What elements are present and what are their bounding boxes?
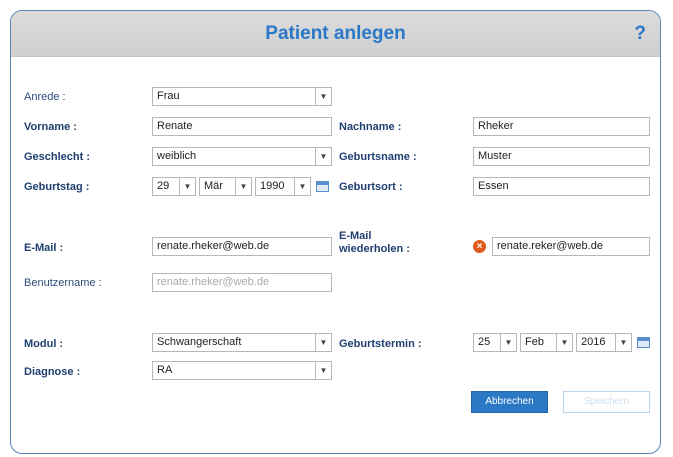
modul-label: Modul : xyxy=(24,338,64,350)
geburtstermin-year-value: 2016 xyxy=(581,336,606,348)
geschlecht-value: weiblich xyxy=(157,150,197,162)
geburtstag-day-select[interactable]: 29 ▼ xyxy=(152,177,196,196)
chevron-down-icon[interactable]: ▼ xyxy=(294,178,310,195)
save-button[interactable]: Speichern xyxy=(563,391,650,413)
geschlecht-select[interactable]: weiblich ▼ xyxy=(152,147,332,166)
dialog-titlebar: Patient anlegen ? xyxy=(11,11,660,57)
chevron-down-icon[interactable]: ▼ xyxy=(315,148,331,165)
nachname-field[interactable]: Rheker xyxy=(473,117,650,136)
anrede-select[interactable]: Frau ▼ xyxy=(152,87,332,106)
geburtstermin-day-select[interactable]: 25 ▼ xyxy=(473,333,517,352)
chevron-down-icon[interactable]: ▼ xyxy=(500,334,516,351)
nachname-label: Nachname : xyxy=(339,121,402,133)
geburtstermin-month-value: Feb xyxy=(525,336,544,348)
chevron-down-icon[interactable]: ▼ xyxy=(315,88,331,105)
geburtstag-month-select[interactable]: Mär ▼ xyxy=(199,177,252,196)
geburtstermin-month-select[interactable]: Feb ▼ xyxy=(520,333,573,352)
geburtsort-field[interactable]: Essen xyxy=(473,177,650,196)
geburtstag-year-select[interactable]: 1990 ▼ xyxy=(255,177,311,196)
benutzername-field: renate.rheker@web.de xyxy=(152,273,332,292)
geburtstag-day-value: 29 xyxy=(157,180,170,192)
chevron-down-icon[interactable]: ▼ xyxy=(315,334,331,351)
chevron-down-icon[interactable]: ▼ xyxy=(315,362,331,379)
chevron-down-icon[interactable]: ▼ xyxy=(615,334,631,351)
geburtstag-year-value: 1990 xyxy=(260,180,285,192)
modul-select[interactable]: Schwangerschaft ▼ xyxy=(152,333,332,352)
diagnose-select[interactable]: RA ▼ xyxy=(152,361,332,380)
dialog-title: Patient anlegen xyxy=(265,23,406,44)
geburtsname-field[interactable]: Muster xyxy=(473,147,650,166)
vorname-field[interactable]: Renate xyxy=(152,117,332,136)
geburtstermin-year-select[interactable]: 2016 ▼ xyxy=(576,333,632,352)
email-field[interactable]: renate.rheker@web.de xyxy=(152,237,332,256)
geburtsname-label: Geburtsname : xyxy=(339,151,417,163)
email-repeat-label-line2: wiederholen : xyxy=(339,243,410,255)
error-icon: × xyxy=(473,240,486,253)
chevron-down-icon[interactable]: ▼ xyxy=(235,178,251,195)
help-button[interactable]: ? xyxy=(634,23,646,45)
geburtstermin-day-value: 25 xyxy=(478,336,491,348)
geschlecht-label: Geschlecht : xyxy=(24,151,91,163)
anrede-value: Frau xyxy=(157,90,180,102)
diagnose-value: RA xyxy=(157,364,173,376)
calendar-icon[interactable] xyxy=(316,181,329,192)
vorname-label: Vorname : xyxy=(24,121,77,133)
cancel-button[interactable]: Abbrechen xyxy=(471,391,548,413)
benutzername-label: Benutzername : xyxy=(24,277,102,289)
modul-value: Schwangerschaft xyxy=(157,336,242,348)
geburtstag-label: Geburtstag : xyxy=(24,181,90,193)
calendar-icon[interactable] xyxy=(637,337,650,348)
chevron-down-icon[interactable]: ▼ xyxy=(556,334,572,351)
email-repeat-label-line1: E-Mail xyxy=(339,230,372,242)
chevron-down-icon[interactable]: ▼ xyxy=(179,178,195,195)
geburtstag-month-value: Mär xyxy=(204,180,223,192)
patient-dialog: Patient anlegen ? Anrede : Frau ▼ Vornam… xyxy=(10,10,661,454)
email-repeat-field[interactable]: renate.reker@web.de xyxy=(492,237,650,256)
email-label: E-Mail : xyxy=(24,242,64,254)
geburtsort-label: Geburtsort : xyxy=(339,181,403,193)
geburtstermin-label: Geburtstermin : xyxy=(339,338,422,350)
diagnose-label: Diagnose : xyxy=(24,366,81,378)
anrede-label: Anrede : xyxy=(24,91,66,103)
